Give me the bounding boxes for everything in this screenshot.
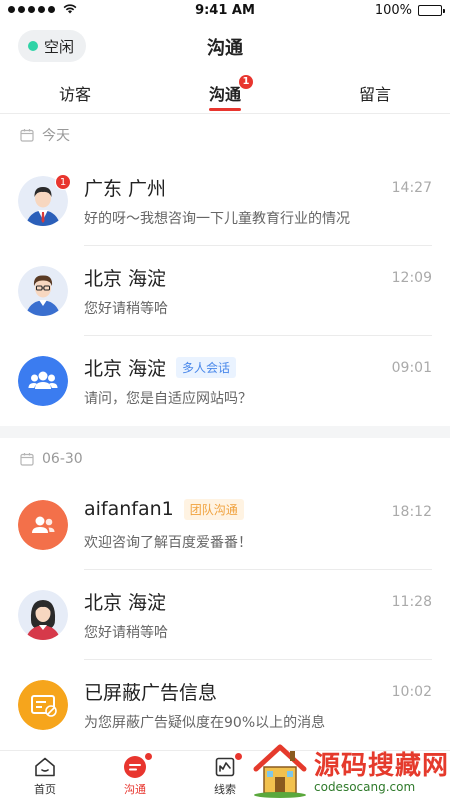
avatar bbox=[18, 356, 68, 406]
tab-visitors[interactable]: 访客 bbox=[0, 70, 150, 113]
chat-icon bbox=[124, 756, 146, 778]
calendar-icon bbox=[20, 129, 34, 142]
avatar: 1 bbox=[18, 174, 71, 226]
conversation-time: 14:27 bbox=[391, 180, 432, 196]
conversation-item[interactable]: aifanfan1 团队沟通 18:12 欢迎咨询了解百度爱番番！ bbox=[0, 480, 450, 570]
page-title: 沟通 bbox=[207, 38, 243, 59]
conversation-name: 北京 海淀 bbox=[84, 268, 167, 290]
date-header: 06-30 bbox=[0, 438, 450, 480]
nav-label: 首页 bbox=[34, 783, 56, 796]
conversation-preview: 您好请稍等哈 bbox=[84, 301, 168, 317]
visitor-woman-avatar-icon bbox=[18, 590, 68, 640]
conversation-time: 11:28 bbox=[391, 594, 432, 610]
conversation-item[interactable]: 北京 海淀 12:09 您好请稍等哈 bbox=[0, 246, 450, 336]
avatar bbox=[18, 500, 68, 550]
conversation-item[interactable]: 已屏蔽广告信息 10:02 为您屏蔽广告疑似度在90%以上的消息 bbox=[0, 660, 450, 750]
nav-home[interactable]: 首页 bbox=[0, 751, 90, 800]
visitor-glasses-avatar-icon bbox=[18, 266, 68, 316]
blocked-ads-icon bbox=[18, 680, 68, 730]
battery-percent: 100% bbox=[374, 3, 412, 18]
unread-badge: 1 bbox=[55, 174, 71, 190]
conversation-tag: 团队沟通 bbox=[183, 498, 244, 520]
conversation-time: 18:12 bbox=[391, 504, 432, 520]
leads-icon bbox=[215, 757, 235, 777]
conversation-name: 广东 广州 bbox=[84, 178, 167, 200]
calendar-icon bbox=[20, 453, 34, 466]
conversation-preview: 请问，您是自适应网站吗？ bbox=[84, 391, 252, 407]
conversation-time: 09:01 bbox=[391, 360, 432, 376]
home-icon bbox=[35, 757, 55, 777]
tab-messages[interactable]: 留言 bbox=[300, 70, 450, 113]
conversation-item[interactable]: 1 广东 广州 14:27 好的呀～我想咨询一下儿童教育行业的情况 bbox=[0, 156, 450, 246]
tab-label: 沟通 bbox=[208, 85, 241, 104]
tab-unread-badge: 1 bbox=[239, 75, 253, 89]
conversation-item[interactable]: 北京 海淀 11:28 您好请稍等哈 bbox=[0, 570, 450, 660]
conversation-name: 已屏蔽广告信息 bbox=[84, 682, 218, 704]
conversation-list[interactable]: 今天 1 广东 广州 14:27 好的呀～我想咨询一下儿童教育行业的情况 北京 … bbox=[0, 114, 450, 750]
date-label: 今天 bbox=[42, 128, 70, 144]
tab-label: 访客 bbox=[58, 85, 91, 104]
nav-label: 沟通 bbox=[124, 783, 146, 796]
status-bar: 9:41 AM 100% bbox=[0, 0, 450, 22]
conversation-preview: 您好请稍等哈 bbox=[84, 625, 168, 641]
house-logo-icon bbox=[253, 744, 307, 798]
conversation-preview: 欢迎咨询了解百度爱番番！ bbox=[84, 535, 252, 551]
group-chat-icon bbox=[18, 356, 68, 406]
nav-unread-dot bbox=[145, 753, 152, 760]
nav-label: 线索 bbox=[214, 783, 236, 796]
conversation-time: 10:02 bbox=[391, 684, 432, 700]
team-chat-icon bbox=[18, 500, 68, 550]
avatar bbox=[18, 266, 68, 316]
conversation-name: 北京 海淀 bbox=[84, 358, 167, 380]
header: 空闲 沟通 bbox=[0, 22, 450, 70]
nav-unread-dot bbox=[235, 753, 242, 760]
tab-label: 留言 bbox=[358, 85, 391, 104]
nav-chat[interactable]: 沟通 bbox=[90, 751, 180, 800]
date-header: 今天 bbox=[0, 114, 450, 156]
conversation-preview: 为您屏蔽广告疑似度在90%以上的消息 bbox=[84, 715, 326, 731]
conversation-name: 北京 海淀 bbox=[84, 592, 167, 614]
conversation-item[interactable]: 北京 海淀 多人会话 09:01 请问，您是自适应网站吗？ bbox=[0, 336, 450, 426]
date-label: 06-30 bbox=[42, 451, 83, 467]
tab-chat[interactable]: 沟通 1 bbox=[150, 70, 300, 113]
watermark-url: codesocang.com bbox=[314, 779, 416, 794]
conversation-name: aifanfan1 bbox=[84, 498, 174, 520]
active-tab-indicator bbox=[209, 108, 241, 111]
avatar bbox=[18, 680, 68, 730]
tab-bar: 访客 沟通 1 留言 bbox=[0, 70, 450, 114]
date-section: 今天 1 广东 广州 14:27 好的呀～我想咨询一下儿童教育行业的情况 北京 … bbox=[0, 114, 450, 426]
avatar bbox=[18, 590, 68, 640]
conversation-time: 12:09 bbox=[391, 270, 432, 286]
battery-icon bbox=[418, 5, 445, 16]
watermark-title: 源码搜藏网 bbox=[314, 750, 450, 781]
conversation-preview: 好的呀～我想咨询一下儿童教育行业的情况 bbox=[84, 211, 350, 227]
site-watermark: 源码搜藏网 codesocang.com bbox=[250, 738, 450, 800]
date-section: 06-30 aifanfan1 团队沟通 18:12 欢迎咨询了解百度爱番番！ … bbox=[0, 438, 450, 750]
conversation-tag: 多人会话 bbox=[176, 357, 237, 378]
